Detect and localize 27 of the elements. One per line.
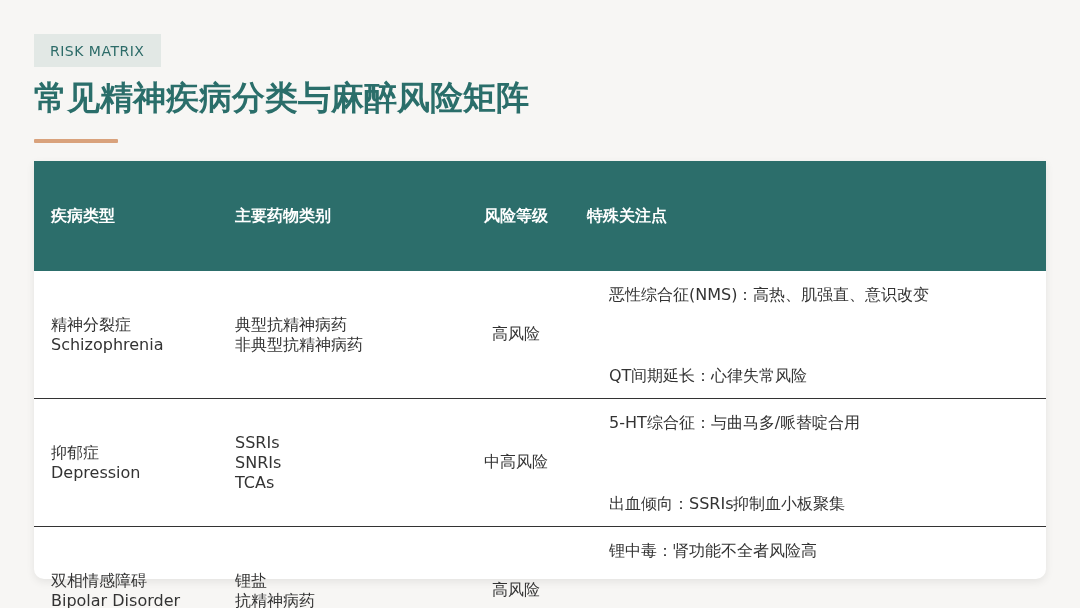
slide-title: 常见精神疾病分类与麻醉风险矩阵 bbox=[34, 77, 529, 119]
drug-class: 非典型抗精神病药 bbox=[235, 334, 364, 355]
risk-level: 高风险 bbox=[492, 580, 540, 601]
drug-class: TCAs bbox=[235, 472, 276, 493]
disease-name: Bipolar Disorder bbox=[51, 590, 182, 608]
disease-name: Schizophrenia bbox=[51, 334, 165, 355]
column-header: 风险等级 bbox=[484, 205, 548, 227]
drug-class: SSRIs bbox=[235, 432, 281, 453]
risk-level: 中高风险 bbox=[484, 452, 548, 473]
disease-name: 抑郁症 bbox=[51, 442, 100, 463]
disease-name: 双相情感障碍 bbox=[51, 570, 148, 591]
note-text: QT间期延长：心律失常风险 bbox=[609, 366, 809, 386]
drug-class: 锂盐 bbox=[235, 570, 268, 591]
note-text: 出血倾向：SSRIs抑制血小板聚集 bbox=[609, 494, 847, 514]
drug-class: 抗精神病药 bbox=[235, 590, 316, 608]
note-text: 5-HT综合征：与曲马多/哌替啶合用 bbox=[609, 413, 862, 433]
column-header: 特殊关注点 bbox=[586, 205, 667, 227]
disease-name: Depression bbox=[51, 462, 142, 483]
column-header: 疾病类型 bbox=[50, 205, 115, 227]
disease-name: 精神分裂症 bbox=[51, 314, 132, 335]
drug-class: SNRIs bbox=[235, 452, 283, 473]
column-header: 主要药物类别 bbox=[234, 205, 331, 227]
risk-level: 高风险 bbox=[492, 324, 540, 345]
section-tag: RISK MATRIX bbox=[34, 34, 162, 67]
note-text: 锂中毒：肾功能不全者风险高 bbox=[609, 541, 818, 561]
drug-class: 典型抗精神病药 bbox=[235, 314, 348, 335]
note-text: 恶性综合征(NMS)：高热、肌强直、意识改变 bbox=[609, 285, 931, 305]
